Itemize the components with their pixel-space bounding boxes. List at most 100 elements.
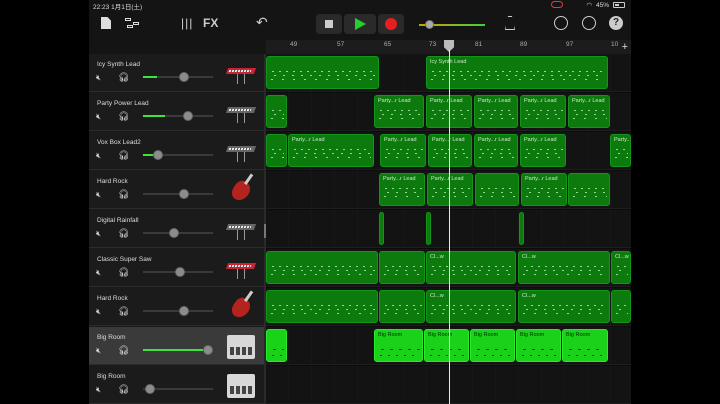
mixer-button[interactable]: ||| xyxy=(181,16,193,30)
region-digital-rainfall[interactable] xyxy=(519,212,524,245)
region-party-power-lead[interactable]: Party...r Lead xyxy=(374,95,424,128)
region-vox-box[interactable] xyxy=(266,134,287,167)
region-party-power-lead[interactable]: Party...r Lead xyxy=(520,95,566,128)
region-vox-box[interactable]: Party...r Lead xyxy=(474,134,518,167)
region-classic-super-saw[interactable] xyxy=(266,251,378,284)
track-header-selected[interactable]: Big Room 🔇︎ 🎧︎ xyxy=(89,327,264,365)
stop-button[interactable] xyxy=(316,14,342,34)
master-volume-knob[interactable] xyxy=(425,20,434,29)
record-button[interactable] xyxy=(378,14,404,34)
track-name: Digital Rainfall xyxy=(97,217,139,224)
region-vox-box[interactable]: Party...r Lead xyxy=(288,134,374,167)
my-songs-icon[interactable] xyxy=(101,17,111,29)
status-bar: 22:23 1月1日(土) ◠ 45% xyxy=(89,0,631,11)
mute-icon[interactable]: 🔇︎ xyxy=(96,229,101,239)
bar-number: 49 xyxy=(290,41,298,48)
region-classic-super-saw[interactable]: Cl...w xyxy=(611,251,631,284)
region-big-room[interactable]: Big Room xyxy=(374,329,423,362)
region-digital-rainfall[interactable] xyxy=(426,212,431,245)
track-volume-slider[interactable] xyxy=(143,72,213,82)
play-button[interactable] xyxy=(344,14,376,34)
solo-headphones-icon[interactable]: 🎧︎ xyxy=(118,228,129,239)
mute-icon[interactable]: 🔇︎ xyxy=(96,151,101,161)
track-header[interactable]: Classic Super Saw 🔇︎ 🎧︎ xyxy=(89,249,264,287)
region-party-power-lead[interactable]: Party...r Lead xyxy=(568,95,610,128)
region-vox-box[interactable]: Party...r Lead xyxy=(428,134,472,167)
region-party-power-lead[interactable] xyxy=(266,95,287,128)
region-vox-box[interactable]: Party...r Lead xyxy=(610,134,631,167)
solo-headphones-icon[interactable]: 🎧︎ xyxy=(118,72,129,83)
master-volume-slider[interactable] xyxy=(419,20,485,29)
status-right: ◠ 45% xyxy=(586,1,625,9)
track-volume-slider[interactable] xyxy=(143,345,213,355)
track-volume-slider[interactable] xyxy=(143,306,213,316)
region-hard-rock[interactable] xyxy=(568,173,610,206)
region-hard-rock-2[interactable] xyxy=(379,290,425,323)
region-hard-rock-2[interactable] xyxy=(611,290,631,323)
solo-headphones-icon[interactable]: 🎧︎ xyxy=(118,189,129,200)
track-volume-slider[interactable] xyxy=(143,384,213,394)
track-volume-slider[interactable] xyxy=(143,111,213,121)
region-big-room[interactable] xyxy=(266,329,287,362)
track-header[interactable]: Hard Rock 🔇︎ 🎧︎ xyxy=(89,171,264,209)
solo-headphones-icon[interactable]: 🎧︎ xyxy=(118,306,129,317)
mute-icon[interactable]: 🔇︎ xyxy=(96,346,101,356)
tracks-view-icon[interactable] xyxy=(125,18,143,29)
help-icon[interactable]: ? xyxy=(609,16,623,30)
metronome-icon[interactable] xyxy=(505,16,515,30)
loop-browser-icon[interactable] xyxy=(554,16,568,30)
bar-number: 10 xyxy=(611,41,619,48)
region-classic-super-saw[interactable]: Cl...w xyxy=(426,251,516,284)
track-name: Big Room xyxy=(97,373,126,380)
solo-headphones-icon[interactable]: 🎧︎ xyxy=(118,111,129,122)
region-hard-rock[interactable] xyxy=(475,173,519,206)
track-header[interactable]: Party Power Lead 🔇︎ 🎧︎ xyxy=(89,93,264,131)
region-hard-rock-2[interactable]: Cl...w xyxy=(518,290,610,323)
region-big-room[interactable]: Big Room xyxy=(516,329,561,362)
undo-icon[interactable]: ↶ xyxy=(256,14,268,31)
track-header[interactable]: Vox Box Lead2 🔇︎ 🎧︎ xyxy=(89,132,264,170)
add-section-button[interactable]: + xyxy=(622,41,628,53)
region-vox-box[interactable]: Party...r Lead xyxy=(520,134,566,167)
region-big-room[interactable]: Big Room xyxy=(562,329,608,362)
bar-number: 81 xyxy=(475,41,483,48)
mute-icon[interactable]: 🔇︎ xyxy=(96,190,101,200)
synth-keyboard-icon xyxy=(225,60,257,86)
region-vox-box[interactable]: Party...r Lead xyxy=(380,134,426,167)
track-header[interactable]: Icy Synth Lead 🔇︎ 🎧︎ xyxy=(89,54,264,92)
region-hard-rock[interactable]: Party...r Lead xyxy=(379,173,425,206)
solo-headphones-icon[interactable]: 🎧︎ xyxy=(118,384,129,395)
track-volume-slider[interactable] xyxy=(143,150,213,160)
region-icy-synth-lead[interactable]: Icy Synth Lead xyxy=(426,56,608,89)
solo-headphones-icon[interactable]: 🎧︎ xyxy=(118,150,129,161)
region-big-room[interactable]: Big Room xyxy=(424,329,469,362)
region-classic-super-saw[interactable]: Cl...w xyxy=(518,251,610,284)
drum-machine-icon xyxy=(227,372,257,398)
region-hard-rock-2[interactable] xyxy=(266,290,378,323)
mute-icon[interactable]: 🔇︎ xyxy=(96,385,101,395)
mute-icon[interactable]: 🔇︎ xyxy=(96,268,101,278)
region-hard-rock-2[interactable]: Cl...w xyxy=(426,290,516,323)
region-big-room[interactable]: Big Room xyxy=(470,329,515,362)
mute-icon[interactable]: 🔇︎ xyxy=(96,112,101,122)
settings-icon[interactable] xyxy=(582,16,596,30)
track-volume-slider[interactable] xyxy=(143,228,213,238)
mute-icon[interactable]: 🔇︎ xyxy=(96,73,101,83)
region-icy-synth-lead[interactable] xyxy=(266,56,379,89)
region-digital-rainfall[interactable] xyxy=(379,212,384,245)
region-hard-rock[interactable]: Party...r Lead xyxy=(427,173,473,206)
region-party-power-lead[interactable]: Party...r Lead xyxy=(474,95,518,128)
track-volume-slider[interactable] xyxy=(143,267,213,277)
track-volume-slider[interactable] xyxy=(143,189,213,199)
solo-headphones-icon[interactable]: 🎧︎ xyxy=(118,267,129,278)
track-header[interactable]: Digital Rainfall 🔇︎ 🎧︎ xyxy=(89,210,264,248)
fx-button[interactable]: FX xyxy=(203,16,218,30)
bar-number: 97 xyxy=(566,41,574,48)
region-classic-super-saw[interactable] xyxy=(379,251,425,284)
track-header[interactable]: Hard Rock 🔇︎ 🎧︎ xyxy=(89,288,264,326)
solo-headphones-icon[interactable]: 🎧︎ xyxy=(118,345,129,356)
track-header[interactable]: Big Room 🔇︎ 🎧︎ xyxy=(89,366,264,404)
region-hard-rock[interactable]: Party...r Lead xyxy=(521,173,567,206)
battery-icon xyxy=(613,2,625,8)
mute-icon[interactable]: 🔇︎ xyxy=(96,307,101,317)
